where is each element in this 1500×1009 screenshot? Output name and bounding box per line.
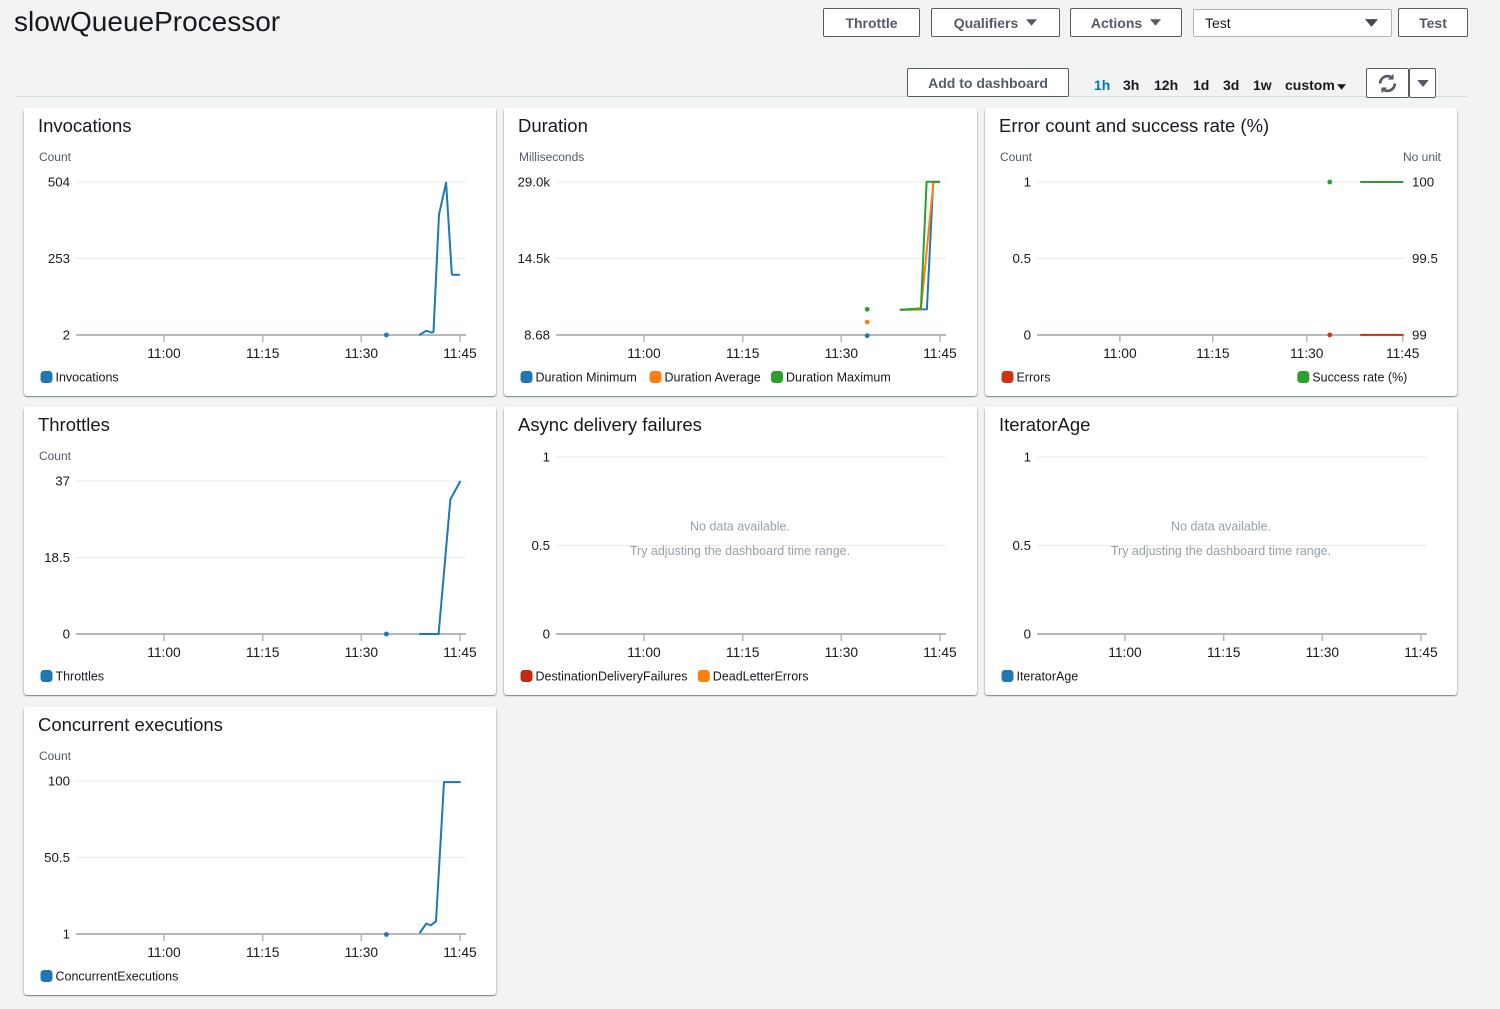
svg-text:Throttles: Throttles [38, 414, 110, 435]
svg-text:8.68: 8.68 [524, 327, 550, 342]
svg-text:11:45: 11:45 [443, 645, 477, 660]
svg-text:Async delivery failures: Async delivery failures [518, 414, 702, 435]
svg-text:11:15: 11:15 [726, 645, 760, 660]
svg-text:37: 37 [55, 474, 70, 489]
svg-text:DestinationDeliveryFailures: DestinationDeliveryFailures [536, 669, 688, 683]
svg-text:Concurrent executions: Concurrent executions [38, 713, 223, 734]
svg-text:11:45: 11:45 [1386, 346, 1420, 361]
svg-text:11:15: 11:15 [246, 645, 280, 660]
svg-text:Duration Maximum: Duration Maximum [786, 370, 891, 384]
svg-text:11:30: 11:30 [825, 346, 859, 361]
svg-text:Count: Count [1000, 149, 1033, 163]
svg-text:99: 99 [1412, 327, 1427, 342]
svg-text:Duration: Duration [518, 114, 588, 135]
svg-text:11:00: 11:00 [1108, 645, 1142, 660]
svg-text:29.0k: 29.0k [518, 174, 551, 189]
svg-text:11:30: 11:30 [345, 945, 379, 960]
svg-text:11:00: 11:00 [147, 346, 181, 361]
svg-text:11:15: 11:15 [246, 346, 280, 361]
svg-text:11:00: 11:00 [628, 346, 662, 361]
svg-text:0: 0 [63, 627, 70, 642]
svg-text:100: 100 [48, 773, 70, 788]
svg-text:504: 504 [48, 174, 70, 189]
svg-text:99.5: 99.5 [1412, 251, 1438, 266]
svg-text:11:00: 11:00 [1103, 346, 1137, 361]
svg-text:No data available.: No data available. [1171, 520, 1271, 534]
svg-text:1: 1 [1023, 174, 1030, 189]
svg-text:1: 1 [63, 926, 70, 941]
svg-text:11:15: 11:15 [1207, 645, 1241, 660]
svg-text:Count: Count [39, 149, 72, 163]
svg-text:Milliseconds: Milliseconds [519, 149, 584, 163]
svg-text:1: 1 [1023, 450, 1030, 465]
svg-text:Error count and success rate (: Error count and success rate (%) [999, 114, 1269, 135]
svg-text:Success rate (%): Success rate (%) [1312, 370, 1407, 384]
svg-text:11:45: 11:45 [924, 346, 958, 361]
svg-text:11:00: 11:00 [147, 645, 181, 660]
svg-text:11:30: 11:30 [1305, 645, 1339, 660]
svg-text:11:30: 11:30 [345, 645, 379, 660]
svg-text:0: 0 [1023, 627, 1030, 642]
svg-text:Throttles: Throttles [55, 669, 104, 683]
svg-text:11:15: 11:15 [1196, 346, 1230, 361]
svg-text:Duration Minimum: Duration Minimum [536, 370, 637, 384]
svg-text:11:30: 11:30 [1290, 346, 1324, 361]
svg-text:Duration Average: Duration Average [665, 370, 761, 384]
svg-text:Errors: Errors [1016, 370, 1050, 384]
svg-text:2: 2 [63, 327, 70, 342]
svg-text:IteratorAge: IteratorAge [1016, 669, 1078, 683]
svg-text:0: 0 [543, 627, 550, 642]
svg-text:Invocations: Invocations [38, 114, 132, 135]
svg-text:11:30: 11:30 [825, 645, 859, 660]
svg-text:11:00: 11:00 [628, 645, 662, 660]
svg-text:0: 0 [1023, 327, 1030, 342]
svg-text:Count: Count [39, 449, 72, 463]
svg-text:Invocations: Invocations [55, 370, 118, 384]
svg-text:11:15: 11:15 [726, 346, 760, 361]
svg-text:11:45: 11:45 [443, 346, 477, 361]
svg-text:No unit: No unit [1403, 149, 1442, 163]
svg-text:18.5: 18.5 [44, 550, 70, 565]
svg-text:Count: Count [39, 748, 72, 762]
svg-text:IteratorAge: IteratorAge [999, 414, 1090, 435]
svg-text:0.5: 0.5 [1012, 538, 1030, 553]
svg-text:11:00: 11:00 [147, 945, 181, 960]
svg-text:No data available.: No data available. [690, 520, 790, 534]
svg-text:11:15: 11:15 [246, 945, 280, 960]
svg-text:11:45: 11:45 [443, 945, 477, 960]
svg-text:100: 100 [1412, 174, 1434, 189]
svg-text:1: 1 [543, 450, 550, 465]
svg-text:ConcurrentExecutions: ConcurrentExecutions [55, 969, 178, 983]
svg-text:50.5: 50.5 [44, 850, 70, 865]
svg-text:14.5k: 14.5k [518, 251, 551, 266]
svg-text:11:45: 11:45 [1404, 645, 1438, 660]
svg-text:253: 253 [48, 251, 70, 266]
svg-text:DeadLetterErrors: DeadLetterErrors [713, 669, 809, 683]
svg-text:11:30: 11:30 [345, 346, 379, 361]
svg-text:0.5: 0.5 [532, 538, 550, 553]
svg-text:Try adjusting the dashboard ti: Try adjusting the dashboard time range. [630, 544, 850, 558]
svg-text:Try adjusting the dashboard ti: Try adjusting the dashboard time range. [1111, 544, 1331, 558]
svg-text:11:45: 11:45 [924, 645, 958, 660]
svg-text:0.5: 0.5 [1012, 251, 1030, 266]
